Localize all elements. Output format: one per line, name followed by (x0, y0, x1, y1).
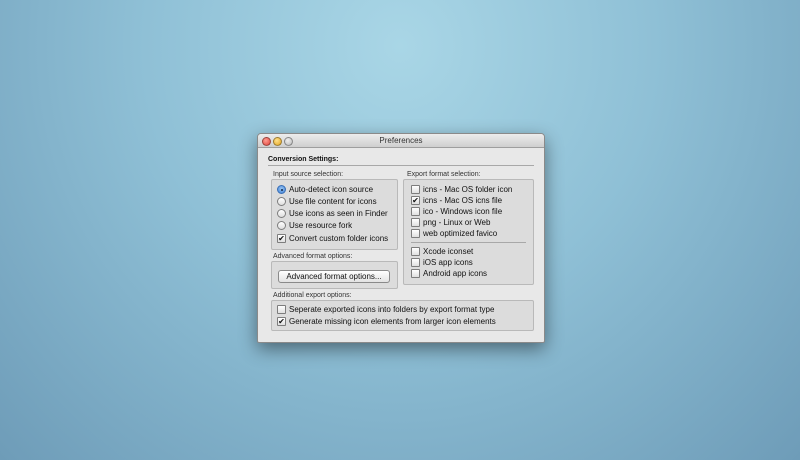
checkbox-label: ico - Windows icon file (423, 207, 503, 216)
checkbox[interactable] (411, 207, 420, 216)
radio-option-auto-detect[interactable]: Auto-detect icon source (277, 185, 373, 194)
radio-button[interactable] (277, 221, 286, 230)
window-title: Preferences (379, 136, 423, 145)
checkbox-label: icns - Mac OS icns file (423, 196, 503, 205)
title-bar[interactable]: Preferences (258, 134, 544, 148)
generate-missing-elements-option[interactable]: ✔ Generate missing icon elements from la… (277, 317, 496, 326)
format-option-ico[interactable]: ico - Windows icon file (411, 207, 502, 216)
export-format-group: icns - Mac OS folder icon ✔ icns - Mac O… (403, 179, 534, 285)
format-option-icns-folder[interactable]: icns - Mac OS folder icon (411, 185, 512, 194)
radio-button[interactable] (277, 209, 286, 218)
radio-label: Use resource fork (289, 221, 353, 230)
checkbox[interactable] (411, 229, 420, 238)
convert-folder-icons-option[interactable]: ✔ Convert custom folder icons (277, 234, 388, 243)
target-option-android[interactable]: Android app icons (411, 269, 487, 278)
checkbox-label: web optimized favico (423, 229, 498, 238)
checkbox[interactable] (411, 185, 420, 194)
checkbox[interactable] (411, 218, 420, 227)
additional-export-group: Seperate exported icons into folders by … (271, 300, 534, 331)
input-source-group: Auto-detect icon source Use file content… (271, 179, 398, 250)
checkbox-checked[interactable]: ✔ (277, 234, 286, 243)
checkbox-label: Xcode iconset (423, 247, 474, 256)
additional-export-label: Additional export options: (273, 292, 352, 299)
radio-button-selected[interactable] (277, 185, 286, 194)
checkbox[interactable] (411, 258, 420, 267)
export-format-label: Export format selection: (407, 171, 481, 178)
radio-label: Auto-detect icon source (289, 185, 374, 194)
target-option-ios[interactable]: iOS app icons (411, 258, 473, 267)
checkbox-label: iOS app icons (423, 258, 473, 267)
radio-label: Use icons as seen in Finder (289, 209, 388, 218)
format-option-png[interactable]: png - Linux or Web (411, 218, 490, 227)
checkbox-label: icns - Mac OS folder icon (423, 185, 513, 194)
target-option-xcode[interactable]: Xcode iconset (411, 247, 473, 256)
checkbox-label: Generate missing icon elements from larg… (289, 317, 496, 326)
conversion-settings-heading: Conversion Settings: (268, 156, 339, 163)
radio-button[interactable] (277, 197, 286, 206)
separate-folders-option[interactable]: Seperate exported icons into folders by … (277, 305, 494, 314)
radio-option-file-content[interactable]: Use file content for icons (277, 197, 377, 206)
checkbox-checked[interactable]: ✔ (411, 196, 420, 205)
checkbox-label: png - Linux or Web (423, 218, 491, 227)
format-option-icns-file[interactable]: ✔ icns - Mac OS icns file (411, 196, 502, 205)
radio-label: Use file content for icons (289, 197, 377, 206)
checkbox-label: Convert custom folder icons (289, 234, 389, 243)
format-option-favico[interactable]: web optimized favico (411, 229, 497, 238)
input-source-label: Input source selection: (273, 171, 344, 178)
export-format-divider (411, 242, 526, 243)
checkbox[interactable] (277, 305, 286, 314)
checkbox-checked[interactable]: ✔ (277, 317, 286, 326)
advanced-format-label: Advanced format options: (273, 253, 353, 260)
checkbox-label: Android app icons (423, 269, 488, 278)
section-divider (268, 165, 534, 166)
preferences-window: Preferences Conversion Settings: Input s… (257, 133, 545, 343)
radio-option-resource-fork[interactable]: Use resource fork (277, 221, 352, 230)
radio-option-finder[interactable]: Use icons as seen in Finder (277, 209, 388, 218)
checkbox[interactable] (411, 247, 420, 256)
advanced-format-group: Advanced format options... (271, 261, 398, 289)
advanced-format-options-button[interactable]: Advanced format options... (278, 270, 390, 283)
checkbox-label: Seperate exported icons into folders by … (289, 305, 495, 314)
checkbox[interactable] (411, 269, 420, 278)
